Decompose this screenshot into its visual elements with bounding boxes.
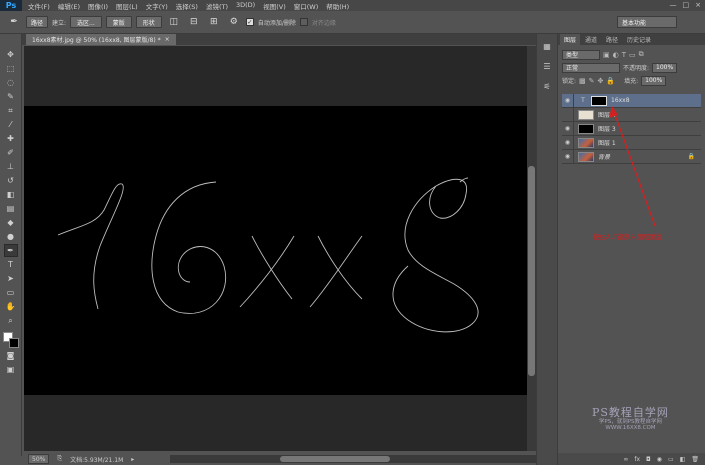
watermark-line2: WWW.16XX8.COM [605,425,656,432]
annotation-text: 按住ALT键添入图层蒙版 [593,233,663,241]
arrow-head [609,106,618,118]
arrow-line [613,111,656,227]
watermark-title: PS教程自学网 [592,406,669,419]
watermark: PS教程自学网 学PS，就到PS教程自学网 WWW.16XX8.COM [592,406,669,432]
